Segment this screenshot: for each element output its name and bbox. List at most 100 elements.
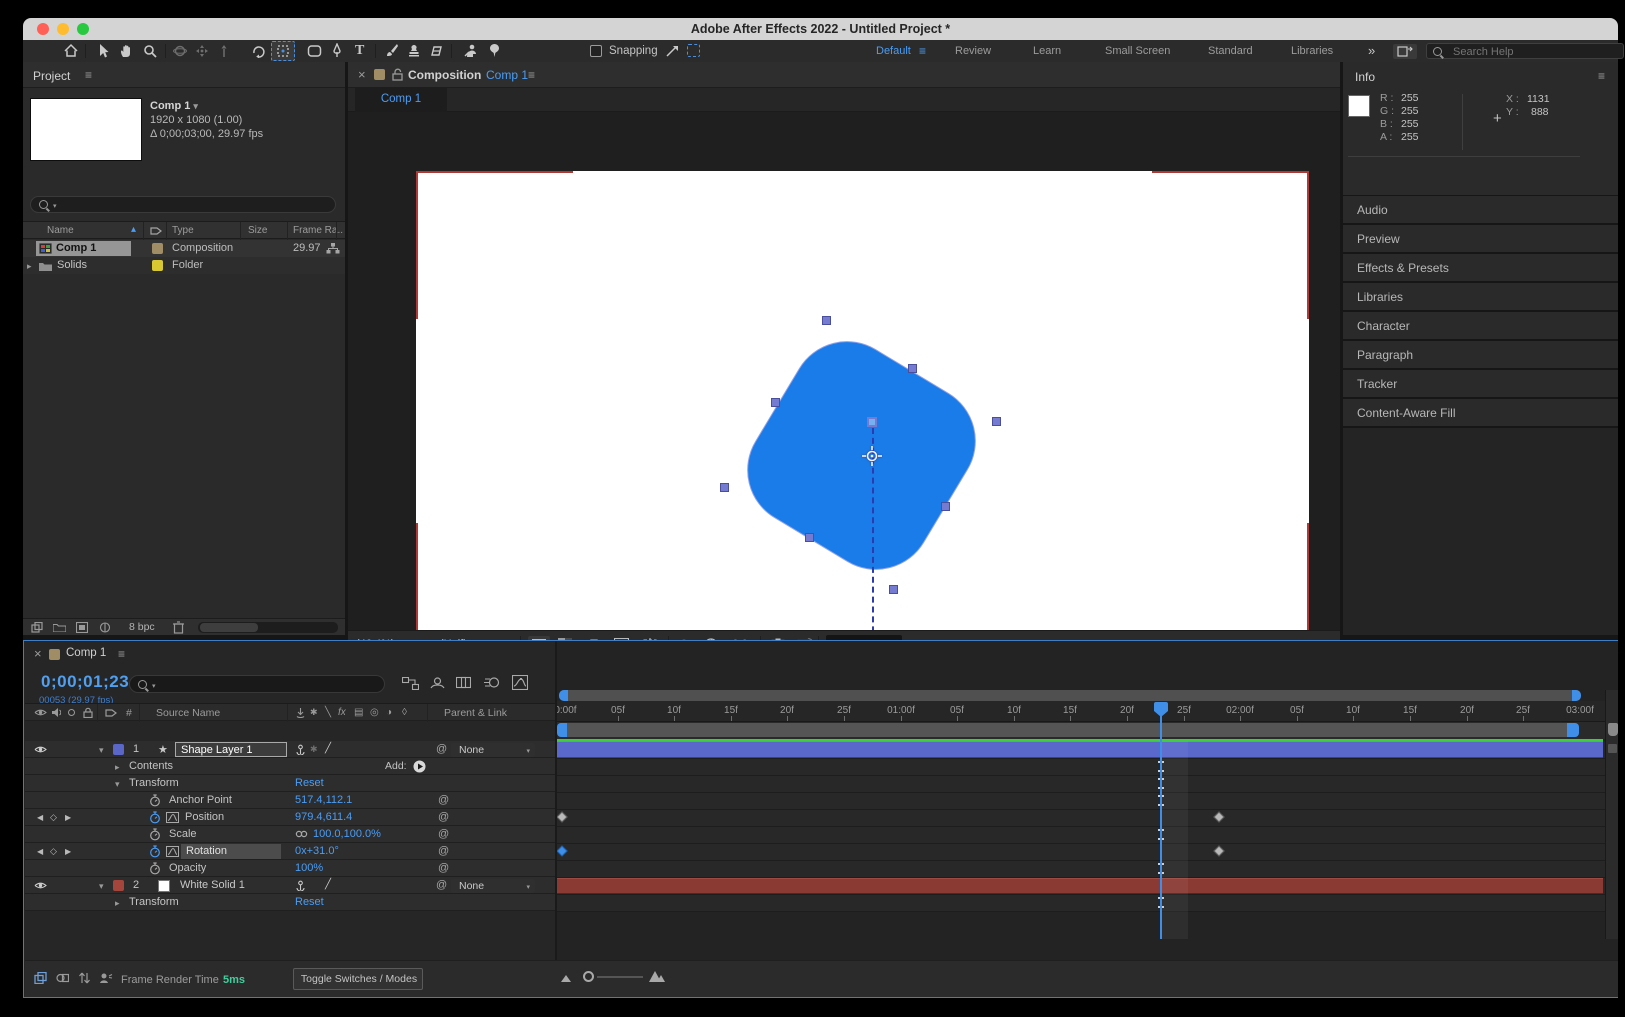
anchor-switch-icon[interactable] [295, 880, 306, 891]
selection-handle[interactable] [992, 417, 1001, 426]
composition-mini-flowchart-icon[interactable] [402, 677, 419, 690]
reset-link[interactable]: Reset [295, 777, 324, 789]
stopwatch-icon[interactable] [149, 862, 161, 875]
layer-label-swatch[interactable] [113, 880, 124, 891]
prop-row-anchor-point[interactable]: Anchor Point 517.4,112.1 @ [25, 792, 555, 809]
prop-value[interactable]: 0x+31.0° [295, 845, 339, 857]
comp-marker-bin-icon[interactable] [1608, 744, 1617, 753]
in-out-icon[interactable] [56, 972, 69, 984]
prev-keyframe-icon[interactable]: ◀ [37, 813, 43, 822]
home-tool-icon[interactable] [63, 43, 79, 59]
parent-link-column[interactable]: Parent & Link [444, 707, 507, 719]
close-panel-icon[interactable]: × [34, 646, 42, 661]
label-column-icon[interactable] [150, 226, 162, 236]
create-composition-icon[interactable] [76, 622, 88, 633]
workspace-tab-standard[interactable]: Standard [1208, 45, 1253, 57]
prop-row-contents[interactable]: ▸ Contents Add: [25, 758, 555, 775]
navigator-end-handle[interactable] [1572, 690, 1581, 701]
pick-whip-icon[interactable]: @ [438, 794, 449, 806]
zoom-out-mountain-icon[interactable] [561, 975, 571, 982]
collapsed-panel-libraries[interactable]: Libraries [1343, 283, 1618, 310]
column-size[interactable]: Size [248, 225, 267, 236]
roto-brush-tool-icon[interactable] [463, 43, 478, 58]
selection-handle[interactable] [771, 398, 780, 407]
next-keyframe-icon[interactable]: ▶ [65, 847, 71, 856]
render-time-icon[interactable] [99, 972, 113, 984]
project-panel-header[interactable]: Project ≡ [23, 62, 345, 88]
eye-icon[interactable] [34, 745, 47, 754]
comp-viewport[interactable] [348, 112, 1340, 630]
prop-label[interactable]: Opacity [169, 862, 206, 874]
selection-handle[interactable] [908, 364, 917, 373]
panel-menu-icon[interactable]: ≡ [528, 68, 535, 82]
workspace-tab-libraries[interactable]: Libraries [1291, 45, 1333, 57]
unlock-icon[interactable] [392, 68, 403, 81]
column-name[interactable]: Name [47, 225, 74, 236]
prop-value[interactable]: 517.4,112.1 [295, 794, 352, 806]
work-area-bar[interactable] [561, 723, 1575, 737]
expand-chevron-icon[interactable]: ▸ [115, 762, 120, 773]
shape-tool-icon[interactable] [307, 44, 322, 58]
anchor-switch-icon[interactable] [295, 744, 306, 755]
selection-handle[interactable] [805, 533, 814, 542]
expand-chevron-icon[interactable]: ▾ [115, 779, 120, 790]
help-search-box[interactable] [1426, 43, 1624, 59]
project-row-comp[interactable]: Comp 1 Composition 29.97 [23, 240, 345, 257]
graph-toggle-icon[interactable] [166, 812, 179, 823]
pen-tool-icon[interactable] [330, 43, 344, 58]
prop-value[interactable]: 100% [295, 862, 323, 874]
adjustment-icon[interactable] [99, 622, 111, 633]
vertical-scrollbar-thumb[interactable] [1608, 723, 1618, 736]
prop-label[interactable]: Scale [169, 828, 197, 840]
work-area-end-handle[interactable] [1567, 723, 1579, 737]
prop-row-position[interactable]: ◀ ◇ ▶ Position 979.4,611.4 @ [25, 809, 555, 826]
link-dimensions-icon[interactable] [295, 830, 308, 838]
stopwatch-icon[interactable] [149, 828, 161, 841]
zoom-tool-icon[interactable] [143, 44, 157, 58]
draft-3d-icon[interactable] [430, 676, 445, 690]
project-scrollbar-track[interactable] [198, 622, 338, 633]
parent-dropdown[interactable]: None▾ [451, 879, 535, 893]
project-scrollbar-thumb[interactable] [200, 623, 258, 632]
layer-row-shape[interactable]: ▾ 1 ★ Shape Layer 1 ✱ ╱ @ None▾ [25, 741, 555, 758]
add-keyframe-icon[interactable]: ◇ [50, 812, 57, 823]
label-color-swatch[interactable] [152, 243, 163, 254]
workspace-tab-default[interactable]: Default [876, 45, 911, 57]
eye-icon[interactable] [34, 881, 47, 890]
navigator-start-handle[interactable] [559, 690, 568, 701]
workspace-overflow-icon[interactable]: » [1368, 43, 1375, 58]
expand-chevron-icon[interactable]: ▾ [99, 881, 104, 892]
selection-handle[interactable] [889, 585, 898, 594]
project-row-solids[interactable]: ▸ Solids Folder [23, 257, 345, 274]
prop-label[interactable]: Position [185, 811, 224, 823]
collapsed-panel-tracker[interactable]: Tracker [1343, 370, 1618, 397]
quality-switch-icon[interactable]: ╱ [325, 879, 331, 890]
selection-handle[interactable] [941, 502, 950, 511]
collapsed-panel-character[interactable]: Character [1343, 312, 1618, 339]
layer-label-swatch[interactable] [113, 744, 124, 755]
selection-tool-icon[interactable] [97, 43, 111, 59]
shape-layer-duration-bar[interactable] [557, 741, 1603, 758]
graph-editor-icon[interactable] [512, 675, 528, 690]
snap-to-features-icon[interactable] [687, 44, 700, 57]
stopwatch-icon[interactable] [149, 794, 161, 807]
transfer-controls-icon[interactable] [78, 972, 91, 984]
current-timecode[interactable]: 0;00;01;23 [41, 672, 129, 692]
close-panel-icon[interactable]: × [358, 67, 366, 82]
layer-row-solid[interactable]: ▾ 2 White Solid 1 ╱ @ None▾ [25, 877, 555, 894]
stopwatch-icon-active[interactable] [149, 811, 161, 824]
comp-thumbnail[interactable] [30, 98, 142, 161]
pick-whip-icon[interactable]: @ [438, 845, 449, 857]
toggle-switches-button[interactable]: Toggle Switches / Modes [293, 968, 423, 990]
dolly-camera-tool-icon[interactable] [217, 44, 231, 58]
info-panel-title[interactable]: Info [1355, 70, 1375, 84]
interpret-footage-icon[interactable] [31, 622, 43, 633]
timeline-zoom-track[interactable] [597, 976, 643, 978]
stopwatch-icon-active[interactable] [149, 845, 161, 858]
pick-whip-icon[interactable]: @ [438, 828, 449, 840]
next-keyframe-icon[interactable]: ▶ [65, 813, 71, 822]
expand-layers-icon[interactable] [34, 972, 47, 984]
sort-ascending-icon[interactable]: ▴ [131, 224, 136, 235]
collapsed-panel-audio[interactable]: Audio [1343, 196, 1618, 223]
motion-blur-icon[interactable] [484, 676, 500, 689]
